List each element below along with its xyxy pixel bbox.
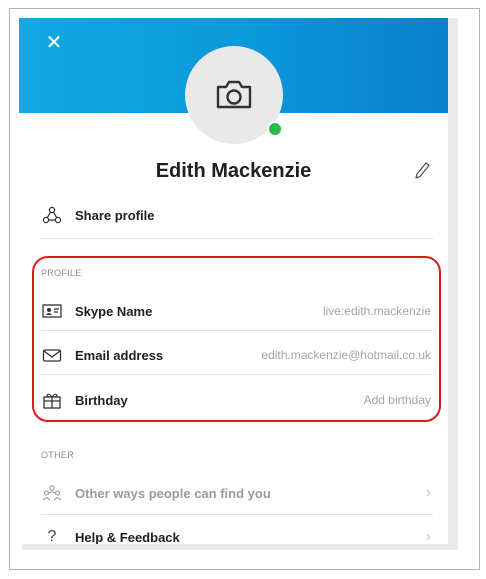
birthday-label: Birthday <box>75 392 128 408</box>
profile-panel: ✕ Edith Mackenzie Share profile PROFILE <box>19 18 448 544</box>
email-label: Email address <box>75 347 164 363</box>
share-icon <box>41 204 63 226</box>
camera-icon <box>216 80 252 109</box>
other-section-heading: OTHER <box>41 450 74 460</box>
profile-name: Edith Mackenzie <box>155 160 312 182</box>
chevron-right-icon: › <box>425 484 431 501</box>
profile-section-heading: PROFILE <box>41 268 82 278</box>
divider <box>41 238 433 239</box>
help-feedback-row[interactable]: ? Help & Feedback › <box>41 526 431 544</box>
other-ways-label: Other ways people can find you <box>75 485 271 501</box>
help-feedback-label: Help & Feedback <box>75 529 180 545</box>
birthday-row[interactable]: Birthday Add birthday <box>41 389 431 411</box>
id-card-icon <box>41 300 63 322</box>
envelope-icon <box>41 344 63 366</box>
share-profile-button[interactable]: Share profile <box>41 204 431 226</box>
people-icon <box>41 482 63 504</box>
edit-name-button[interactable] <box>411 160 431 182</box>
gift-icon <box>41 389 63 411</box>
other-ways-row[interactable]: Other ways people can find you › <box>41 482 431 504</box>
question-icon: ? <box>47 528 57 544</box>
divider <box>41 374 433 375</box>
email-row[interactable]: Email address edith.mackenzie@hotmail.co… <box>41 344 431 366</box>
skype-name-value: live:edith.mackenzie <box>322 304 431 318</box>
pencil-icon <box>415 162 430 179</box>
email-value: edith.mackenzie@hotmail.co.uk <box>261 348 431 362</box>
birthday-value: Add birthday <box>363 393 431 407</box>
skype-name-label: Skype Name <box>75 303 153 319</box>
divider <box>41 330 433 331</box>
divider <box>41 514 433 515</box>
share-profile-label: Share profile <box>75 207 155 223</box>
online-status-dot <box>267 121 283 137</box>
chevron-right-icon: › <box>425 528 431 544</box>
skype-name-row[interactable]: Skype Name live:edith.mackenzie <box>41 300 431 322</box>
close-button[interactable]: ✕ <box>43 32 65 54</box>
